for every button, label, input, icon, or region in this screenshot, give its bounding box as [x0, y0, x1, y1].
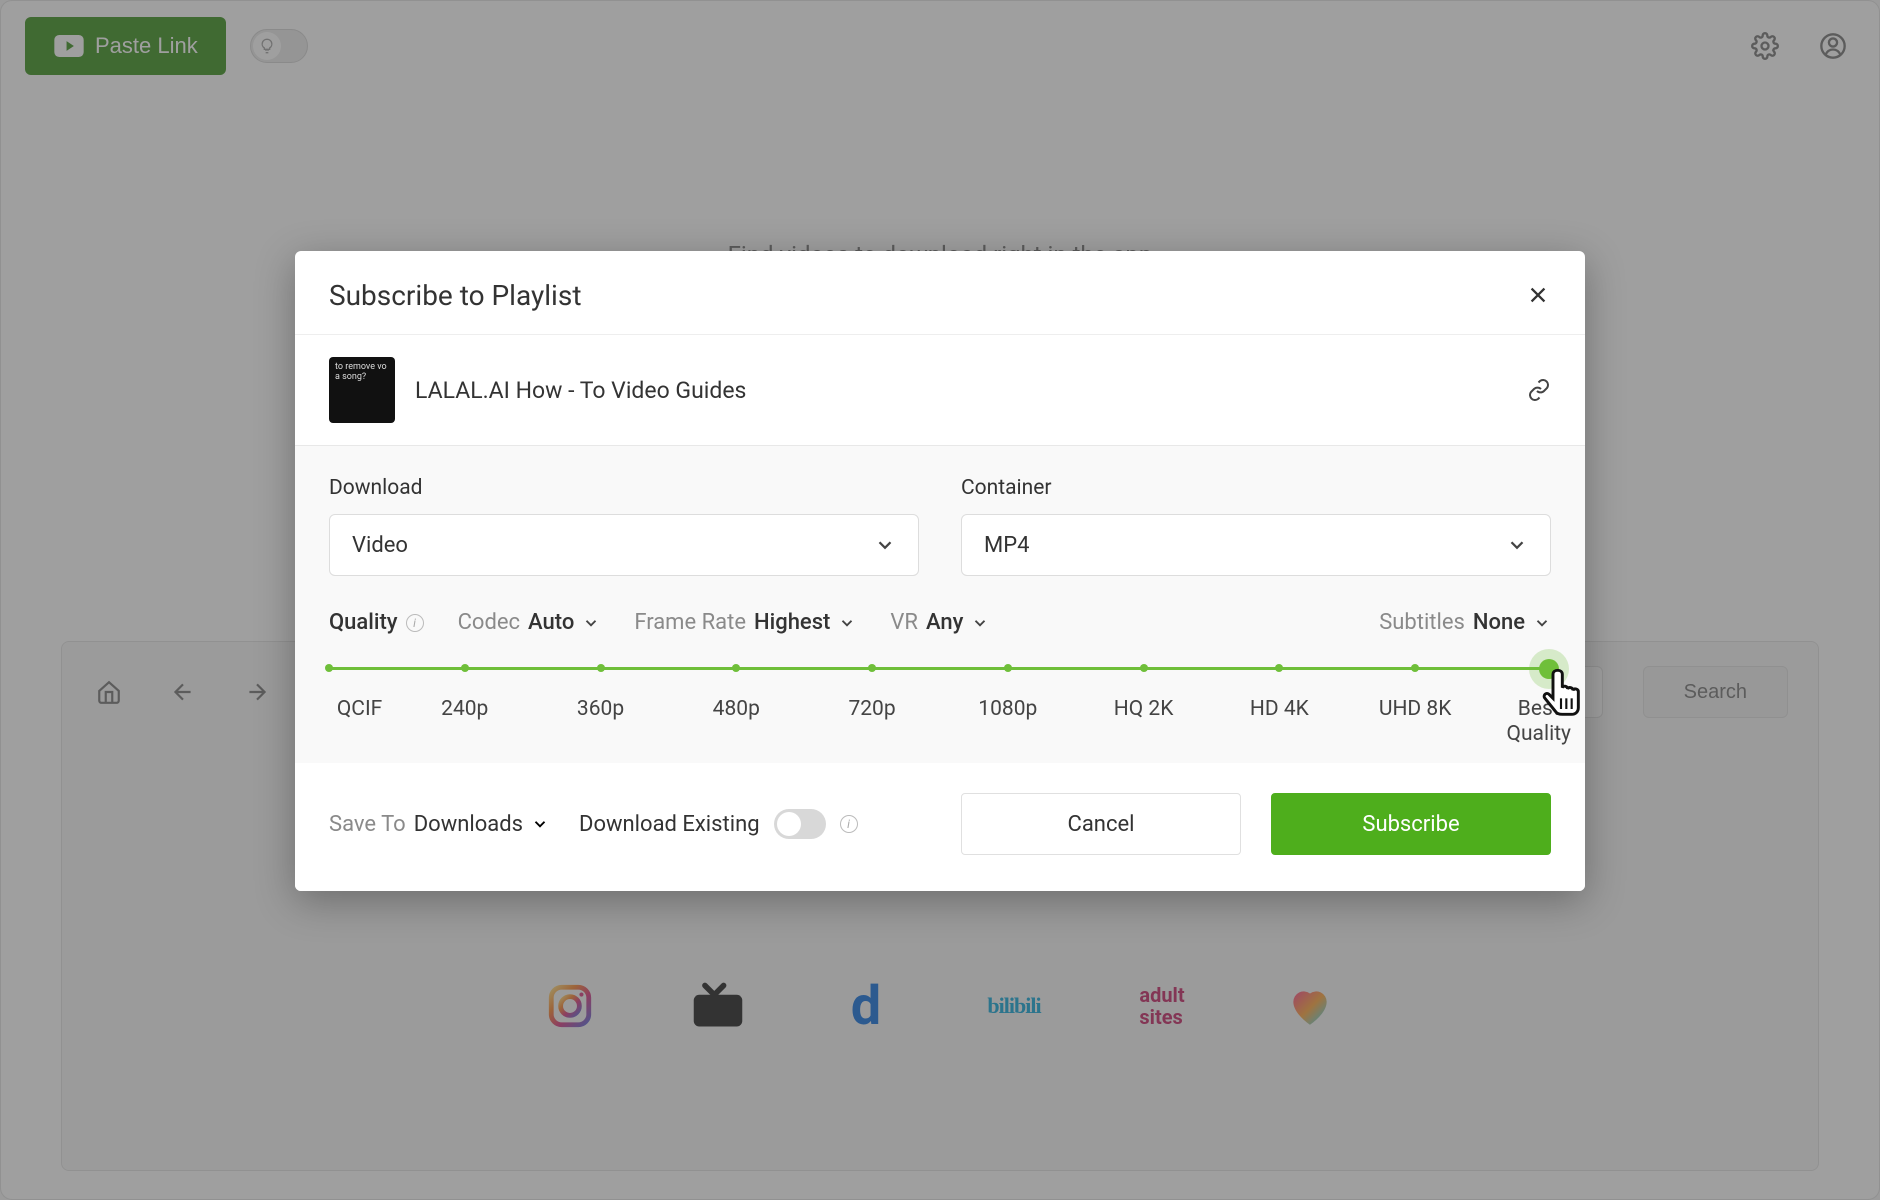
container-dropdown[interactable]: MP4: [961, 514, 1551, 576]
quality-option: Quality i: [329, 610, 424, 635]
quality-tick-qcif: QCIF: [337, 697, 382, 721]
toggle-switch: [774, 809, 826, 839]
framerate-label: Frame Rate: [634, 610, 746, 635]
copy-link-button[interactable]: [1527, 378, 1551, 402]
playlist-item: to remove vo a song? LALAL.AI How - To V…: [295, 335, 1585, 446]
quality-tick-480p: 480p: [713, 697, 760, 721]
cancel-button[interactable]: Cancel: [961, 793, 1241, 855]
info-icon[interactable]: i: [840, 815, 858, 833]
link-icon: [1527, 378, 1551, 402]
subscribe-modal: Subscribe to Playlist to remove vo a son…: [295, 251, 1585, 891]
quality-tick-360p: 360p: [577, 697, 624, 721]
download-type-dropdown[interactable]: Video: [329, 514, 919, 576]
container-label: Container: [961, 476, 1551, 500]
quality-tick-1080p: 1080p: [978, 697, 1037, 721]
close-icon: [1527, 284, 1549, 306]
modal-title: Subscribe to Playlist: [329, 279, 1527, 312]
modal-footer: Save To Downloads Download Existing i Ca…: [295, 763, 1585, 891]
subtitles-dropdown[interactable]: Subtitles None: [1379, 610, 1551, 635]
chevron-down-icon: [531, 815, 549, 833]
download-type-value: Video: [352, 533, 408, 558]
chevron-down-icon: [874, 534, 896, 556]
framerate-value: Highest: [754, 610, 830, 635]
codec-value: Auto: [528, 610, 574, 635]
settings-section: Download Video Container MP4 Quality i: [295, 446, 1585, 763]
download-label: Download: [329, 476, 919, 500]
framerate-dropdown[interactable]: Frame Rate Highest: [634, 610, 856, 635]
chevron-down-icon: [582, 614, 600, 632]
save-to-label: Save To: [329, 812, 406, 837]
codec-label: Codec: [458, 610, 520, 635]
close-button[interactable]: [1527, 284, 1551, 308]
slider-track: [329, 667, 1551, 670]
quality-option-row: Quality i Codec Auto Frame Rate Highest …: [329, 610, 1551, 635]
chevron-down-icon: [1506, 534, 1528, 556]
chevron-down-icon: [838, 614, 856, 632]
subtitles-label: Subtitles: [1379, 610, 1465, 635]
quality-tick-720p: 720p: [848, 697, 895, 721]
quality-tick-240p: 240p: [441, 697, 488, 721]
quality-slider[interactable]: QCIF 240p 360p 480p 720p 1080p HQ 2K HD …: [329, 653, 1551, 753]
vr-value: Any: [926, 610, 963, 635]
subscribe-button[interactable]: Subscribe: [1271, 793, 1551, 855]
save-to-value: Downloads: [414, 812, 523, 837]
codec-dropdown[interactable]: Codec Auto: [458, 610, 601, 635]
playlist-thumbnail: to remove vo a song?: [329, 357, 395, 423]
vr-dropdown[interactable]: VR Any: [890, 610, 989, 635]
cursor-pointer-icon: [1533, 661, 1585, 725]
quality-label: Quality: [329, 610, 398, 635]
playlist-title: LALAL.AI How - To Video Guides: [415, 377, 1507, 404]
quality-tick-uhd8k: UHD 8K: [1379, 697, 1452, 721]
modal-header: Subscribe to Playlist: [295, 251, 1585, 335]
quality-tick-hq2k: HQ 2K: [1114, 697, 1174, 721]
info-icon[interactable]: i: [406, 614, 424, 632]
save-to-dropdown[interactable]: Save To Downloads: [329, 812, 549, 837]
quality-tick-hd4k: HD 4K: [1250, 697, 1309, 721]
vr-label: VR: [890, 610, 918, 635]
container-value: MP4: [984, 533, 1029, 558]
download-existing-toggle[interactable]: Download Existing i: [579, 809, 858, 839]
subtitles-value: None: [1473, 610, 1525, 635]
chevron-down-icon: [1533, 614, 1551, 632]
chevron-down-icon: [971, 614, 989, 632]
download-existing-label: Download Existing: [579, 812, 760, 837]
